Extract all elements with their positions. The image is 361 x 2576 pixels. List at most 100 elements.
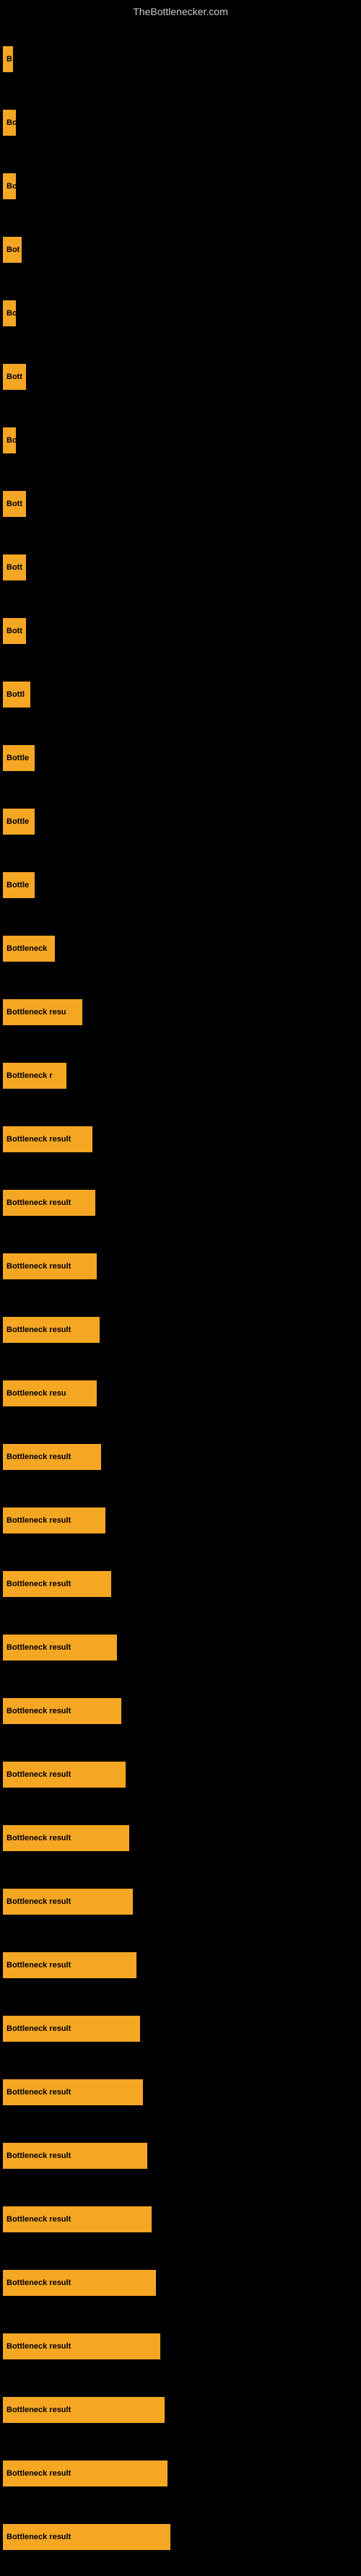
list-item: Bottleneck result — [0, 2442, 361, 2505]
bar-label: Bottleneck result — [3, 2397, 165, 2423]
bar-text: Bo — [6, 309, 16, 318]
bar-text: Bottleneck result — [6, 1643, 71, 1652]
bar-label: Bot — [3, 237, 22, 263]
bar-text: Bottleneck — [6, 944, 47, 953]
list-item: Bottleneck resu — [0, 1362, 361, 1425]
list-item: Bottleneck result — [0, 1679, 361, 1743]
bar-text: Bott — [6, 500, 22, 508]
bar-label: Bott — [3, 554, 26, 580]
list-item: Bottleneck result — [0, 2378, 361, 2442]
list-item: Bottleneck result — [0, 2251, 361, 2315]
bar-text: Bottle — [6, 754, 29, 762]
bar-label: Bottleneck result — [3, 2460, 168, 2486]
bar-label: Bottleneck result — [3, 1952, 136, 1978]
bar-text: Bottleneck result — [6, 2279, 71, 2287]
bar-label: Bottleneck result — [3, 1253, 97, 1279]
bar-text: Bottleneck resu — [6, 1389, 66, 1398]
bar-label: Bottleneck result — [3, 2206, 152, 2232]
list-item: Bottleneck result — [0, 1743, 361, 1806]
bar-text: Bottleneck result — [6, 1897, 71, 1906]
list-item: Bottleneck resu — [0, 980, 361, 1044]
bar-label: B — [3, 46, 13, 72]
bar-text: Bo — [6, 436, 16, 445]
bar-text: Bottleneck result — [6, 1326, 71, 1334]
bar-label: Bottleneck result — [3, 2524, 170, 2550]
bar-text: Bottleneck result — [6, 1516, 71, 1525]
bar-text: Bott — [6, 373, 22, 381]
list-item: Bottleneck result — [0, 1933, 361, 1997]
list-item: Bottleneck result — [0, 2188, 361, 2251]
bar-text: Bottle — [6, 817, 29, 826]
bar-text: Bottleneck result — [6, 1770, 71, 1779]
list-item: Bottleneck result — [0, 1425, 361, 1489]
list-item: Bottleneck result — [0, 1616, 361, 1679]
bar-label: Bottleneck result — [3, 1507, 105, 1533]
bar-chart-container: B Bo Bo Bot Bo Bott Bo Bott Bott Bott Bottl Bottle B… — [0, 20, 361, 2576]
bar-label: Bottle — [3, 872, 35, 898]
bar-label: Bo — [3, 300, 16, 326]
bar-text: Bottleneck result — [6, 2469, 71, 2478]
list-item: B — [0, 27, 361, 91]
bar-label: Bottleneck result — [3, 1317, 100, 1343]
list-item: Bottl — [0, 663, 361, 726]
bar-text: Bottleneck result — [6, 2088, 71, 2097]
bar-text: Bottleneck result — [6, 1262, 71, 1271]
bar-text: Bottleneck result — [6, 2533, 71, 2541]
list-item: Bo — [0, 282, 361, 345]
bar-text: Bottleneck result — [6, 2215, 71, 2224]
list-item: Bo — [0, 409, 361, 472]
list-item: Bottleneck result — [0, 1235, 361, 1298]
list-item: Bottleneck result — [0, 1298, 361, 1362]
list-item: Bottleneck result — [0, 1806, 361, 1870]
bar-label: Bottleneck — [3, 936, 55, 962]
list-item: Bott — [0, 536, 361, 599]
bar-label: Bottle — [3, 745, 35, 771]
bar-label: Bott — [3, 491, 26, 517]
bar-label: Bottleneck result — [3, 1126, 92, 1152]
list-item: Bottleneck result — [0, 1870, 361, 1933]
bar-label: Bottleneck result — [3, 1762, 126, 1788]
bar-label: Bo — [3, 110, 16, 136]
bar-label: Bottleneck result — [3, 1889, 133, 1915]
bar-text: Bottleneck result — [6, 1453, 71, 1461]
list-item: Bottleneck result — [0, 2505, 361, 2569]
list-item: Bottleneck result — [0, 2124, 361, 2188]
list-item: Bottleneck result — [0, 2315, 361, 2378]
bar-text: Bottleneck result — [6, 1834, 71, 1842]
list-item: Bott — [0, 472, 361, 536]
bar-text: Bottleneck result — [6, 1580, 71, 1588]
list-item: Bottle — [0, 726, 361, 790]
bar-text: Bottleneck result — [6, 2342, 71, 2351]
bar-label: Bottleneck result — [3, 2143, 147, 2169]
list-item: Bottleneck result — [0, 1489, 361, 1552]
bar-text: Bottleneck result — [6, 1198, 71, 1207]
list-item: Bottleneck result — [0, 1171, 361, 1235]
bar-text: Bottleneck r — [6, 1071, 53, 1080]
bar-text: Bottle — [6, 881, 29, 889]
bar-label: Bottleneck result — [3, 1444, 101, 1470]
bar-text: Bottleneck result — [6, 2151, 71, 2160]
bar-text: Bott — [6, 627, 22, 635]
bar-label: Bottleneck result — [3, 1698, 121, 1724]
list-item: Bottleneck r — [0, 1044, 361, 1108]
list-item: Bo — [0, 91, 361, 155]
bar-label: Bottleneck result — [3, 1825, 129, 1851]
bar-text: Bott — [6, 563, 22, 572]
bar-text: Bottleneck result — [6, 1707, 71, 1715]
bar-text: Bottleneck result — [6, 2024, 71, 2033]
bar-label: Bottl — [3, 682, 30, 708]
bar-text: Bottleneck resu — [6, 1008, 66, 1017]
bar-label: Bo — [3, 173, 16, 199]
bar-text: Bottl — [6, 690, 25, 699]
bar-label: Bottleneck result — [3, 2270, 156, 2296]
list-item: Bott — [0, 345, 361, 409]
bar-label: Bott — [3, 618, 26, 644]
header: TheBottlenecker.com — [0, 0, 361, 20]
bar-text: B — [6, 55, 12, 64]
bar-label: Bott — [3, 364, 26, 390]
list-item: Bottleneck result — [0, 2061, 361, 2124]
list-item: Bottleneck result — [0, 1108, 361, 1171]
list-item: Bo — [0, 155, 361, 218]
bar-label: Bottleneck result — [3, 2333, 160, 2359]
bar-label: Bottleneck resu — [3, 1380, 97, 1406]
